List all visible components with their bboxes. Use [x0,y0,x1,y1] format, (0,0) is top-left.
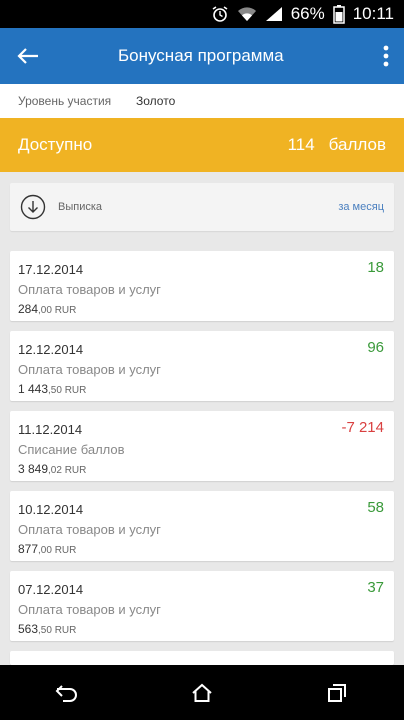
battery-icon [332,4,345,24]
transaction-date: 10.12.2014 [18,502,84,517]
clock: 10:11 [352,4,394,23]
more-vertical-icon [383,45,389,67]
alarm-icon [211,5,229,23]
sum-main: 3 849 [18,462,49,476]
page-title: Бонусная программа [118,46,284,65]
transaction-description: Оплата товаров и услуг [18,522,161,537]
transaction-date: 11.12.2014 [18,422,83,437]
transaction-sum: 1 443,50 RUR [18,382,86,396]
sum-fraction: ,02 RUR [48,465,87,476]
transaction-points: 58 [367,499,384,516]
sum-fraction: ,00 RUR [38,305,77,316]
transaction-date: 12.12.2014 [18,342,84,357]
transaction-points: 37 [367,579,384,596]
sum-main: 563 [18,622,39,636]
membership-level-row: Уровень участия Золото [0,84,404,118]
transaction-sum: 284,00 RUR [18,302,76,316]
available-unit: баллов [328,135,386,154]
sum-fraction: ,00 RUR [38,545,77,556]
status-bar: 66% 10:11 [0,0,404,28]
arrow-left-icon [17,48,38,64]
sum-fraction: ,50 RUR [48,385,87,396]
transaction-description: Оплата товаров и услуг [18,602,161,617]
sum-main: 1 443 [18,382,49,396]
home-icon [192,683,212,702]
sum-main: 877 [18,542,39,556]
download-icon [20,194,46,220]
transaction-sum: 877,00 RUR [18,542,76,556]
available-label: Доступно [18,135,93,154]
sum-main: 284 [18,302,39,316]
transaction-sum: 563,50 RUR [18,622,76,636]
transaction-card[interactable]: 07.12.2014 Оплата товаров и услуг 563,50… [10,571,394,641]
level-value: Золото [136,94,176,108]
transaction-points: 18 [367,259,384,276]
back-icon [55,684,78,702]
statement-button[interactable]: Выписка за месяц [10,183,394,231]
overflow-menu-button[interactable] [368,28,404,84]
level-label: Уровень участия [18,94,112,108]
transaction-points: 96 [367,339,384,356]
statement-period-selector[interactable]: за месяц [338,201,394,213]
transaction-card[interactable]: 11.12.2014 Списание баллов 3 849,02 RUR … [10,411,394,481]
transaction-date: 07.12.2014 [18,582,84,597]
wifi-icon [237,6,257,22]
transaction-description: Оплата товаров и услуг [18,282,161,297]
transaction-card[interactable]: 12.12.2014 Оплата товаров и услуг 1 443,… [10,331,394,401]
transaction-description: Оплата товаров и услуг [18,362,161,377]
available-points-bar: Доступно 114 баллов [0,118,404,172]
recents-icon [327,683,346,702]
nav-home-button[interactable] [172,665,232,720]
available-amount: 114 [287,135,315,154]
transaction-points: -7 214 [341,419,384,436]
back-button[interactable] [0,28,56,84]
transaction-sum: 3 849,02 RUR [18,462,86,476]
app-bar: Бонусная программа [0,28,404,84]
nav-back-button[interactable] [37,665,97,720]
signal-icon [265,6,283,22]
transaction-card[interactable]: 17.12.2014 Оплата товаров и услуг 284,00… [10,251,394,321]
battery-percent: 66% [290,4,325,23]
nav-recents-button[interactable] [307,665,367,720]
transaction-description: Списание баллов [18,442,125,457]
system-nav-bar [0,665,404,720]
statement-label: Выписка [58,201,103,213]
sum-fraction: ,50 RUR [38,625,77,636]
transaction-card[interactable]: 10.12.2014 Оплата товаров и услуг 877,00… [10,491,394,561]
transaction-card-partial[interactable] [10,651,394,665]
transaction-date: 17.12.2014 [18,262,84,277]
